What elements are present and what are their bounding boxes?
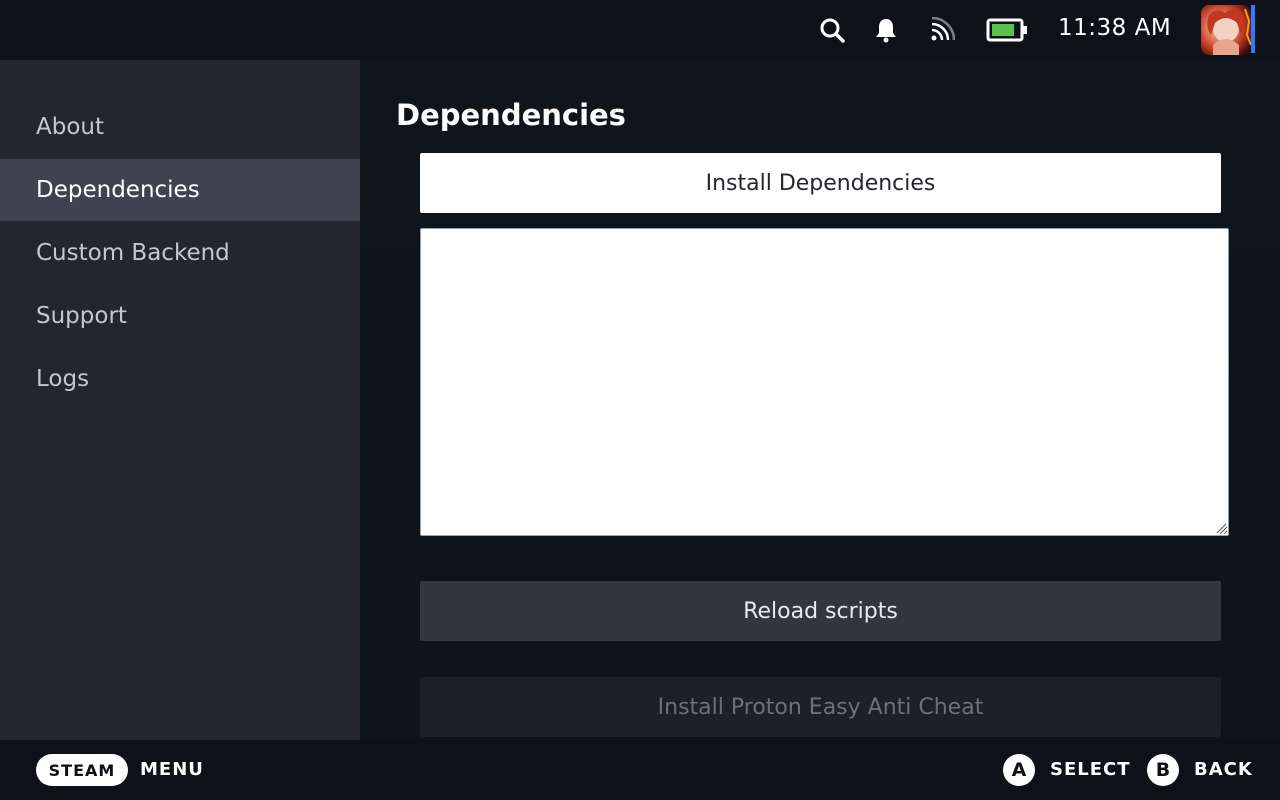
sidebar-item-custom-backend[interactable]: Custom Backend [0,222,360,284]
search-icon[interactable] [818,16,846,44]
b-button-icon[interactable]: B [1147,754,1179,786]
select-hint-label: SELECT [1050,759,1131,780]
page-title: Dependencies [396,98,626,132]
wifi-icon[interactable] [928,16,956,44]
main-panel: Dependencies Install Dependencies Reload… [360,60,1280,740]
steam-button[interactable]: STEAM [36,754,128,786]
sidebar-item-logs[interactable]: Logs [0,348,360,410]
avatar[interactable] [1201,5,1251,55]
sidebar-item-label: Custom Backend [36,240,230,266]
sidebar: About Dependencies Custom Backend Suppor… [0,60,360,740]
top-bar: 11:38 AM [0,0,1280,60]
sidebar-item-about[interactable]: About [0,96,360,158]
sidebar-item-label: Support [36,303,127,329]
install-eac-button[interactable]: Install Proton Easy Anti Cheat [420,677,1221,737]
reload-scripts-button[interactable]: Reload scripts [420,581,1221,641]
sidebar-item-label: Dependencies [36,177,200,203]
bottom-bar: STEAM MENU A SELECT B BACK [0,740,1280,800]
avatar-status-bar [1251,5,1255,53]
output-textarea[interactable] [420,228,1229,536]
sidebar-item-label: About [36,114,105,140]
back-hint-label: BACK [1194,759,1253,780]
a-button-icon[interactable]: A [1003,754,1035,786]
bell-icon[interactable] [872,16,900,44]
clock: 11:38 AM [1058,15,1172,41]
battery-icon[interactable] [986,16,1028,44]
sidebar-item-support[interactable]: Support [0,285,360,347]
install-dependencies-button[interactable]: Install Dependencies [420,153,1221,213]
sidebar-item-label: Logs [36,366,90,392]
sidebar-item-dependencies[interactable]: Dependencies [0,159,360,221]
menu-hint-label: MENU [140,759,204,780]
